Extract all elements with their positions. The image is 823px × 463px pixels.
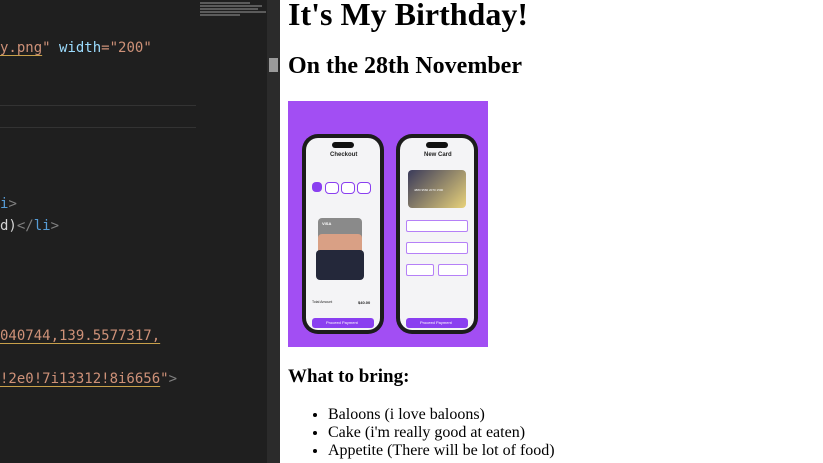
card-number: 4880 9560 2070 1590 [414,188,444,192]
code-token: </ [16,218,34,234]
phone-checkout: Checkout VISA Total Amount $40.00 Procee… [302,134,384,334]
editor-divider [0,127,196,128]
newcard-title: New Card [424,152,452,158]
page-title: It's My Birthday! [288,0,528,32]
code-line: d)</li> [0,216,59,236]
total-label: Total Amount [312,300,333,304]
code-line: i> [0,194,17,214]
editor-divider [0,105,196,106]
code-token: ="200" [101,40,152,56]
vertical-scrollbar[interactable] [267,0,280,463]
list-item: Baloons (i love baloons) [328,406,555,424]
hero-image: Checkout VISA Total Amount $40.00 Procee… [288,101,488,347]
code-token: li [33,218,51,234]
code-line: !2e0!7i13312!8i6656"> [0,369,177,389]
code-token: 040744,139.5577317, [0,328,161,344]
bring-list: Baloons (i love baloons) Cake (i'm reall… [288,406,555,460]
code-token: " [42,40,60,56]
code-token: !2e0!7i13312!8i6656 [0,371,161,387]
code-line: 040744,139.5577317, [0,326,160,346]
code-line: y.png" width="200" [0,38,152,58]
code-token: y.png [0,40,43,56]
code-token: width [59,40,102,56]
proceed-label-2: Proceed Payment [420,320,452,325]
scrollbar-thumb[interactable] [269,58,278,72]
total-value: $40.00 [358,300,371,305]
bring-heading: What to bring: [288,366,410,387]
checkout-title: Checkout [330,152,358,158]
code-token: > [168,371,178,387]
code-token: d) [0,218,17,234]
code-editor[interactable]: y.png" width="200" i> d)</li> 040744,139… [0,0,267,463]
visa-label: VISA [322,221,332,226]
list-item: Appetite (There will be lot of food) [328,442,555,460]
rendered-page: It's My Birthday! On the 28th November C… [280,0,823,463]
minimap[interactable] [196,0,267,463]
proceed-label: Proceed Payment [326,320,358,325]
page-subtitle: On the 28th November [288,53,522,79]
code-token: " [160,371,169,387]
code-token: > [8,196,17,212]
phone-newcard: New Card 4880 9560 2070 1590 Proceed Pay… [396,134,478,334]
list-item: Cake (i'm really good at eaten) [328,424,555,442]
code-token: > [50,218,60,234]
